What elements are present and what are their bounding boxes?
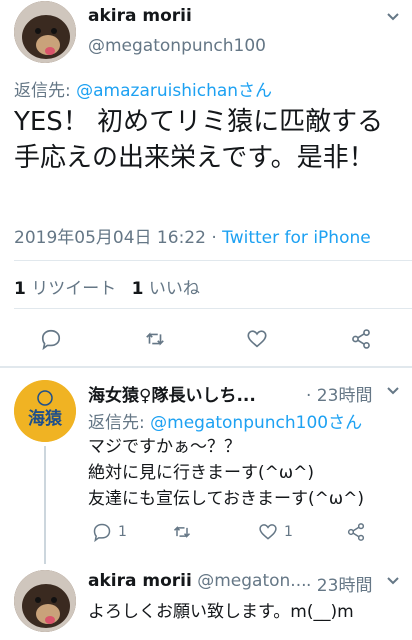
meta-separator: · [205, 228, 223, 248]
like-icon[interactable] [246, 328, 268, 350]
dog-avatar-icon [14, 1, 76, 63]
retweet-icon[interactable] [172, 522, 192, 542]
reply-time[interactable]: · 23時間 [306, 381, 372, 406]
reply-icon[interactable] [92, 522, 112, 542]
author-avatar[interactable] [14, 1, 76, 63]
tweet-meta: 2019年05月04日 16:22 · Twitter for iPhone [14, 223, 371, 248]
section-divider [0, 366, 412, 368]
chevron-down-icon[interactable] [384, 8, 402, 26]
reply-text: マジですかぁ～？？ 絶対に見に行きまーす(^ω^) 友達にも宣伝しておきまーす(… [88, 434, 364, 512]
reply-author-avatar[interactable]: 海猿 [14, 380, 76, 442]
reply-icon[interactable] [40, 328, 62, 350]
reply-to-link[interactable]: @amazaruishichanさん [76, 81, 272, 101]
chevron-down-icon[interactable] [384, 382, 402, 400]
tweet-text: YES！ 初めてリミ猿に匹敵する手応えの出来栄えです。是非！ [14, 107, 384, 173]
reply-text-line: マジですかぁ～？？ [88, 437, 241, 457]
reply-author-name[interactable]: akira morii [88, 571, 192, 591]
divider [14, 308, 412, 309]
reply-author-handle[interactable]: @megaton... [197, 571, 306, 591]
tweet-stats: 1 リツイート 1 いいね [14, 274, 200, 299]
reply-author-name[interactable]: 海女猿♀隊長いしち... [88, 381, 256, 406]
tweet-timestamp: 2019年05月04日 16:22 [14, 228, 206, 248]
reply-author-avatar[interactable] [14, 570, 76, 632]
tweet-source-link[interactable]: Twitter for iPhone [222, 228, 371, 248]
thread-line [44, 446, 46, 564]
svg-text:海猿: 海猿 [28, 408, 63, 429]
retweet-label: リツイート [31, 279, 117, 299]
author-handle[interactable]: @megatonpunch100 [88, 36, 266, 56]
retweet-icon[interactable] [144, 328, 166, 350]
like-icon[interactable] [258, 522, 278, 542]
divider [14, 260, 412, 261]
like-count: 1 [131, 279, 144, 299]
retweet-stat[interactable]: 1 リツイート [14, 279, 122, 299]
reply-prefix: 返信先: [88, 413, 151, 433]
like-stat[interactable]: 1 いいね [132, 279, 200, 299]
author-name[interactable]: akira morii [88, 6, 192, 26]
chevron-down-icon[interactable] [384, 572, 402, 590]
share-icon[interactable] [350, 328, 372, 350]
reply-to-link[interactable]: @megatonpunch100さん [150, 413, 362, 433]
reply-header: akira morii @megaton... [88, 571, 307, 591]
reply-context: 返信先: @megatonpunch100さん [88, 408, 362, 433]
reply-time[interactable]: · 23時間 [306, 571, 372, 596]
retweet-count: 1 [14, 279, 26, 299]
reply-text: よろしくお願い致します。m(__)m [88, 602, 354, 622]
reply-prefix: 返信先: [14, 81, 77, 101]
reply-context: 返信先: @amazaruishichanさん [14, 76, 272, 101]
like-count: 1 [284, 524, 293, 540]
reply-text-line: 友達にも宣伝しておきまーす(^ω^) [88, 489, 364, 509]
reply-count: 1 [118, 524, 127, 540]
logo-icon: 海猿 [14, 380, 76, 442]
share-icon[interactable] [346, 522, 366, 542]
reply-text-line: 絶対に見に行きまーす(^ω^) [88, 463, 314, 483]
like-label: いいね [148, 279, 200, 299]
dog-avatar-icon [14, 570, 76, 632]
